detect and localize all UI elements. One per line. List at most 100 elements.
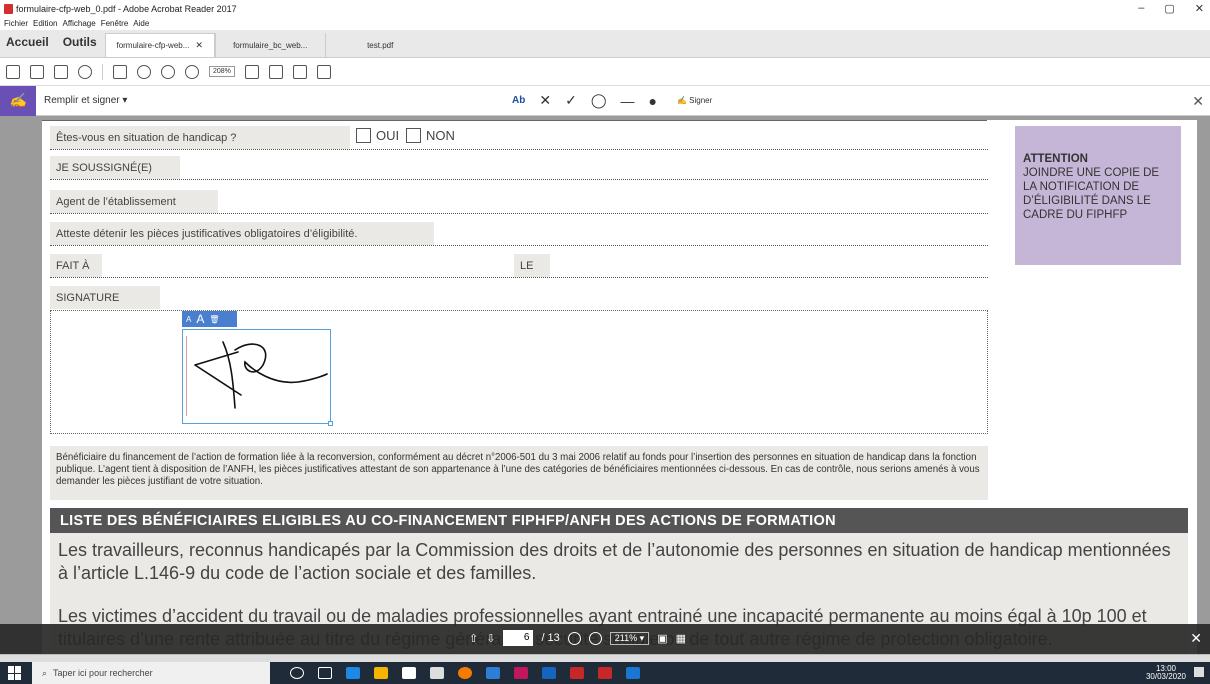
print-icon[interactable] [30,64,44,79]
close-icon[interactable]: ✕ [1190,630,1202,647]
taskbar-search-input[interactable]: ⌕ Taper ici pour rechercher [32,662,270,684]
trash-icon[interactable]: 🗑 [209,315,219,324]
ellipse-icon[interactable]: ◯ [591,92,607,109]
document-viewport: Êtes-vous en situation de handicap ? OUI… [0,116,1210,654]
search-icon: ⌕ [42,667,48,678]
fit-width-icon[interactable] [268,64,283,79]
next-page-icon[interactable]: ⇩ [486,632,495,645]
pdf-page: Êtes-vous en situation de handicap ? OUI… [42,120,1197,654]
store-icon[interactable] [402,667,416,679]
sign-label: Signer [689,96,713,105]
doc-tab-label: formulaire_bc_web... [233,40,308,50]
zoom-in-icon[interactable] [588,631,602,645]
select-cursor-icon[interactable] [113,64,127,79]
tab-accueil[interactable]: Accueil [0,35,57,57]
menu-affichage[interactable]: Affichage [62,19,95,28]
non-checkbox[interactable] [406,128,421,143]
fait-a-label: FAIT À [50,254,102,277]
check-mark-icon[interactable]: ✓ [565,92,577,109]
page-navigation-group: ⇧ ⇩ 6 / 13 211% ▾ ▣ ▦ [469,630,686,646]
previous-page-icon[interactable]: ⇧ [469,632,478,645]
maximize-icon[interactable]: ▢ [1164,2,1174,15]
fit-page-icon[interactable] [244,64,259,79]
windows-taskbar: ⌕ Taper ici pour rechercher 13:00 30/03/… [0,662,1210,684]
doc-tab-active[interactable]: formulaire-cfp-web... ✕ [104,33,215,57]
fill-sign-bar: ✍ Remplir et signer ▾ Ab ✕ ✓ ◯ — ● ✍ Sig… [0,85,1210,116]
dot-icon[interactable]: ● [648,93,656,109]
file-explorer-icon[interactable] [374,667,388,679]
task-view-icon[interactable] [318,667,332,679]
search-icon[interactable] [78,64,92,79]
indesign-icon[interactable] [514,667,528,679]
fait-row: FAIT À LE [50,254,988,278]
cross-mark-icon[interactable]: ✕ [539,92,551,109]
scroll-mode-icon[interactable]: ▦ [676,632,686,645]
attention-body: JOINDRE UNE COPIE DE LA NOTIFICATION DE … [1023,167,1160,221]
list-item: Les travailleurs, reconnus handicapés pa… [58,540,1171,583]
doc-tab[interactable]: formulaire_bc_web... [214,33,325,57]
notifications-icon[interactable] [1194,667,1204,677]
horizontal-scrollbar[interactable] [0,654,1210,662]
cortana-icon[interactable] [290,667,304,679]
date-field[interactable] [554,254,984,277]
window-app-icon[interactable] [542,667,556,679]
fill-sign-label: Remplir et signer [44,95,120,106]
zoom-out-icon[interactable] [161,64,175,79]
oui-label: OUI [376,128,400,143]
line-icon[interactable]: — [620,93,634,109]
decrease-size-button[interactable]: A [186,315,191,324]
word-icon[interactable] [626,667,640,679]
mail-icon[interactable] [430,667,444,679]
zoom-out-icon[interactable] [567,631,581,645]
fait-a-field[interactable] [108,254,508,277]
fill-sign-icon: ✍ [0,85,36,116]
search-placeholder: Taper ici pour rechercher [53,668,153,678]
zoom-in-icon[interactable] [185,64,199,79]
page-number-input[interactable]: 6 [503,630,534,646]
stamp-icon[interactable] [316,64,331,79]
edge-icon[interactable] [346,667,360,679]
acrobat-reader-icon[interactable] [598,667,612,679]
mail-icon[interactable] [54,64,68,79]
signature-label: SIGNATURE [50,286,160,309]
fill-sign-menu[interactable]: Remplir et signer ▾ [44,95,127,106]
network-app-icon[interactable] [486,667,500,679]
zoom-dropdown[interactable]: 211% ▾ [609,631,650,645]
system-tray[interactable]: 13:00 30/03/2020 [1146,665,1186,681]
tab-outils[interactable]: Outils [57,35,105,57]
signature-box[interactable] [182,329,333,426]
signature-area[interactable]: A A 🗑 [50,310,988,434]
pen-icon: ✍ [676,96,687,105]
zoom-select[interactable]: 208% [209,66,235,77]
window-title: formulaire-cfp-web_0.pdf - Adobe Acrobat… [16,3,237,14]
agent-row[interactable]: Agent de l’établissement [50,190,988,214]
menu-aide[interactable]: Aide [133,19,149,28]
soussigne-row[interactable]: JE SOUSSIGNÉ(E) [50,156,988,180]
resize-handle[interactable] [328,421,333,426]
windows-start-icon[interactable] [8,666,22,680]
hand-tool-icon[interactable] [137,64,151,79]
menu-edition[interactable]: Edition [33,19,57,28]
handwritten-signature [194,341,328,409]
atteste-label: Atteste détenir les pièces justificative… [50,222,434,245]
firefox-icon[interactable] [458,667,472,679]
menu-fenetre[interactable]: Fenêtre [101,19,129,28]
atteste-row: Atteste détenir les pièces justificative… [50,222,988,246]
add-text-tool[interactable]: Ab [512,95,525,106]
doc-tab[interactable]: test.pdf [324,33,435,57]
page-total: / 13 [541,632,560,644]
save-icon[interactable] [6,64,20,79]
menu-fichier[interactable]: Fichier [4,19,28,28]
close-icon[interactable]: ✕ [1195,2,1204,15]
sign-button[interactable]: ✍ Signer [677,96,712,105]
close-tab-icon[interactable]: ✕ [195,40,203,51]
close-icon[interactable]: ✕ [1192,93,1204,110]
acrobat-icon [4,3,13,14]
acrobat-icon[interactable] [570,667,584,679]
oui-checkbox[interactable] [356,128,371,143]
minimize-icon[interactable]: – [1138,2,1144,15]
tab-bar: Accueil Outils formulaire-cfp-web... ✕ f… [0,30,1210,58]
fit-page-icon[interactable]: ▣ [657,632,667,645]
fullscreen-icon[interactable] [292,64,307,79]
increase-size-button[interactable]: A [196,312,204,326]
